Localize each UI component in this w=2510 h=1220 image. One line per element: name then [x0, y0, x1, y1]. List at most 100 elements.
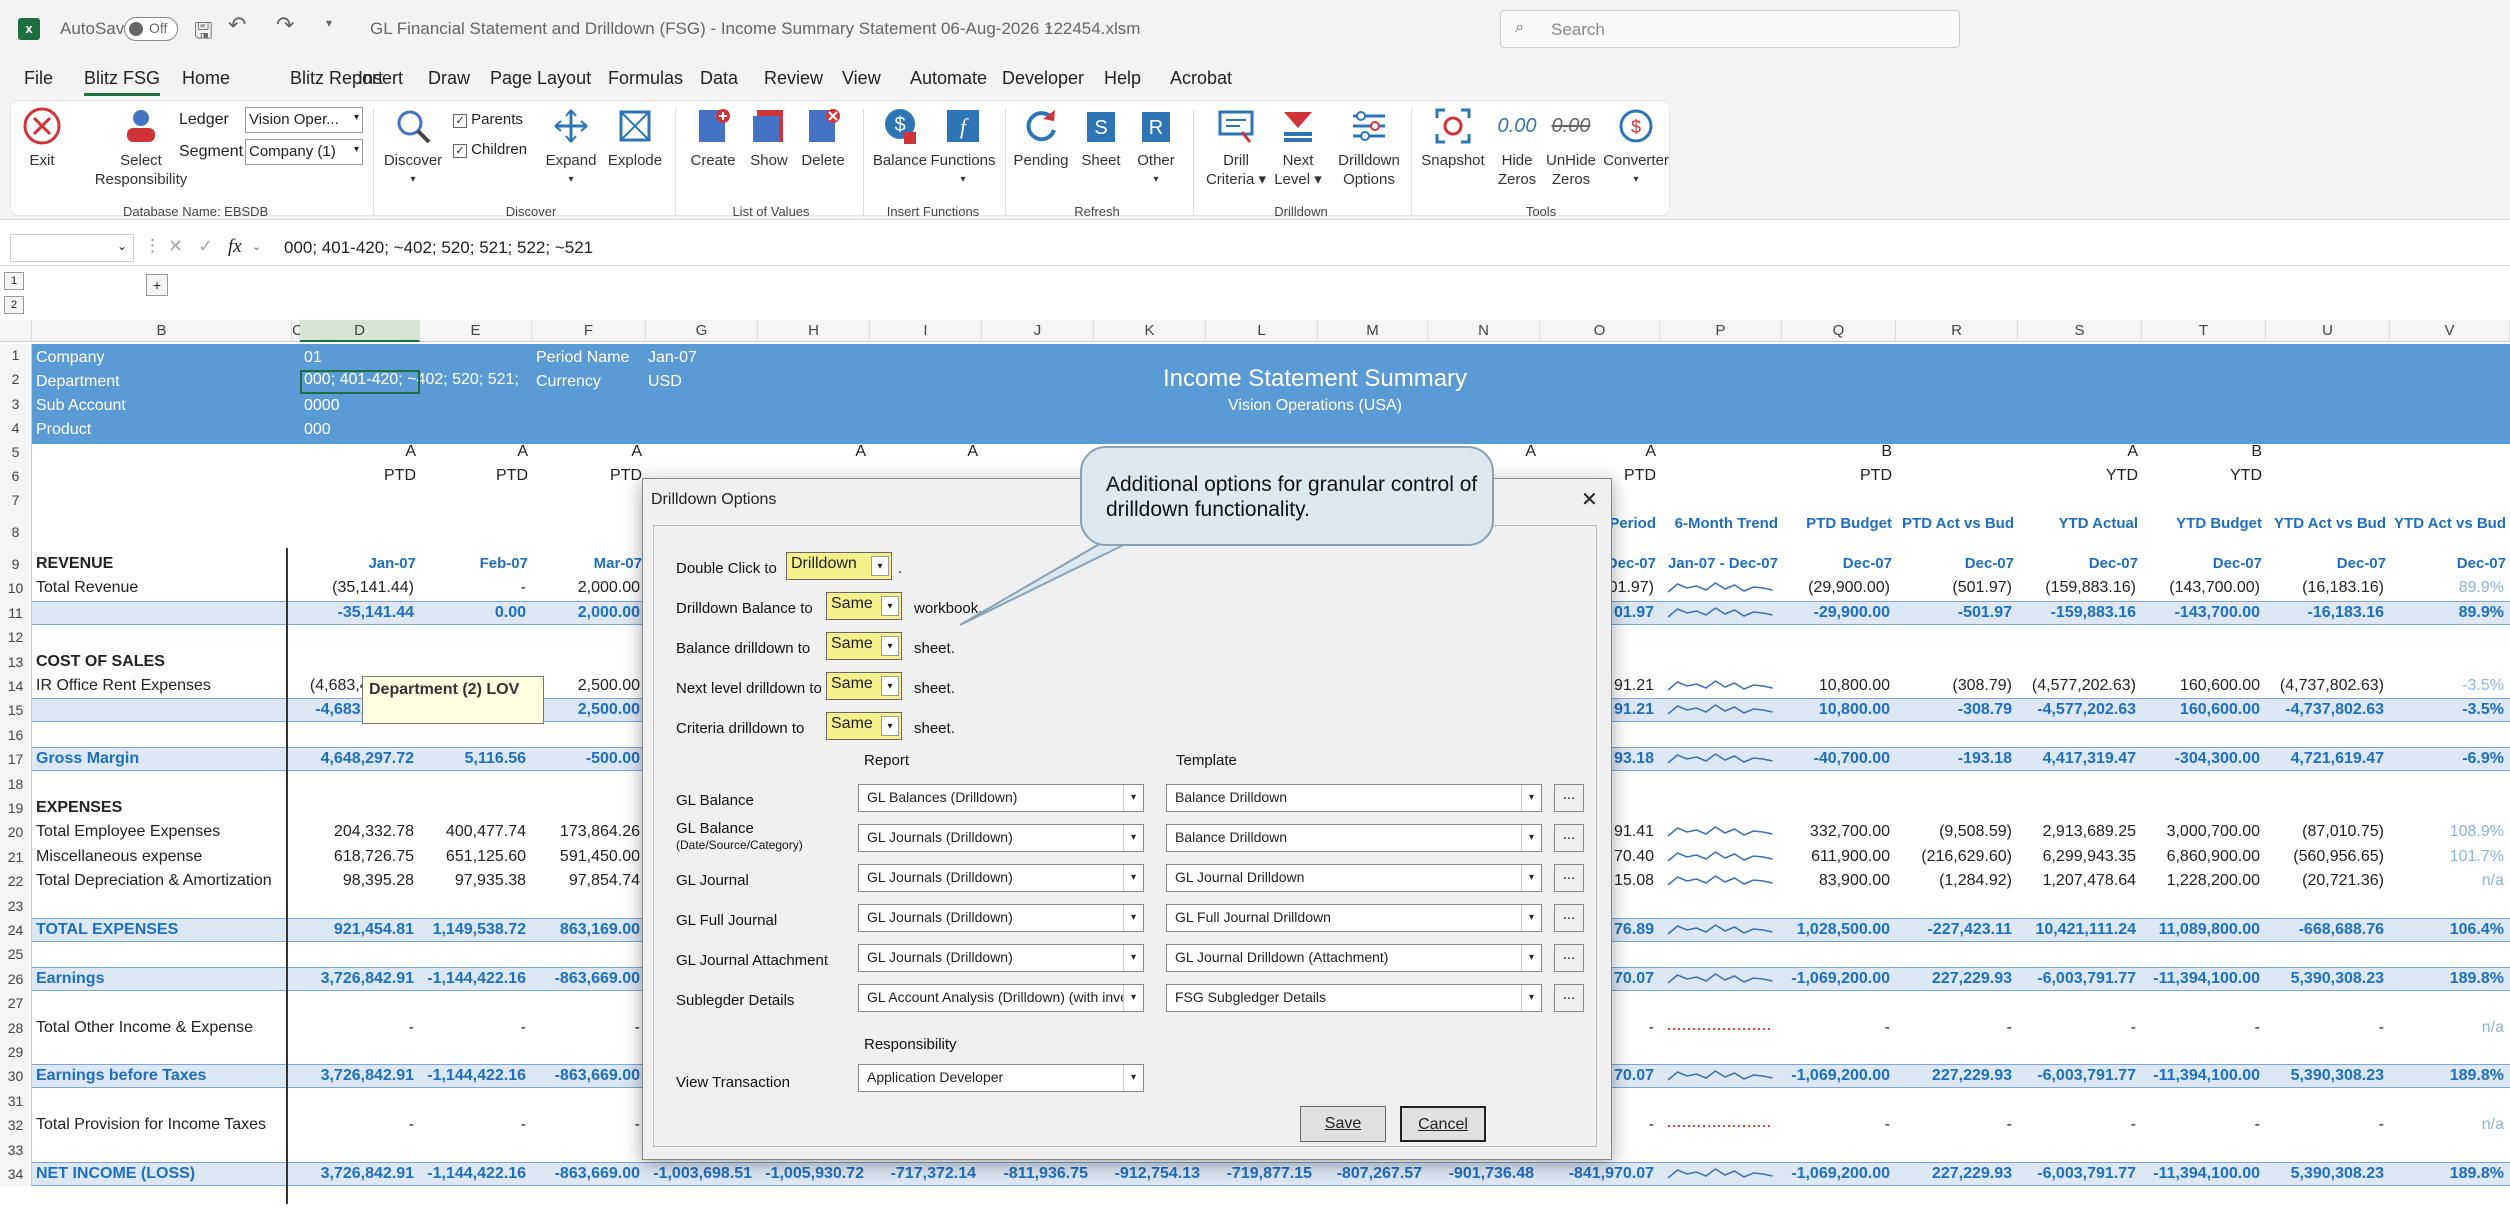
row9-s[interactable]: Dec-07 [2018, 552, 2138, 576]
row9-e[interactable]: Feb-07 [420, 552, 528, 576]
cell-v17[interactable]: -6.9% [2390, 747, 2504, 771]
cell-q14[interactable]: 10,800.00 [1782, 674, 1890, 698]
cell-v34[interactable]: 189.8% [2390, 1162, 2504, 1186]
row-header-15[interactable]: 15 [0, 698, 32, 723]
column-header-o[interactable]: O [1540, 320, 1660, 342]
customize-qat-icon[interactable]: ▾ [326, 16, 332, 30]
cancel-button[interactable]: Cancel [1400, 1106, 1486, 1142]
cell-s10[interactable]: (159,883.16) [2018, 576, 2136, 600]
column-header-v[interactable]: V [2390, 320, 2510, 342]
menu-developer[interactable]: Developer [1002, 68, 1084, 89]
column-header-c[interactable]: C [292, 320, 303, 342]
cell-f10[interactable]: 2,000.00 [532, 576, 640, 600]
cell-q22[interactable]: 83,900.00 [1782, 869, 1890, 893]
cell-e24[interactable]: 1,149,538.72 [420, 918, 526, 942]
menu-blitz-fsg[interactable]: Blitz FSG [84, 68, 161, 96]
product-label[interactable]: Product [36, 418, 236, 442]
row9-q[interactable]: Dec-07 [1782, 552, 1892, 576]
autosave-toggle[interactable]: Off [124, 17, 178, 41]
select-responsibility-button[interactable]: Select Responsibility [91, 105, 191, 189]
cell-d17[interactable]: 4,648,297.72 [300, 747, 414, 771]
row-header-33[interactable]: 33 [0, 1137, 32, 1162]
row8-v[interactable]: YTD Act vs Bud [2390, 512, 2506, 536]
cell-r26[interactable]: 227,229.93 [1896, 967, 2012, 991]
row-header-24[interactable]: 24 [0, 918, 32, 943]
cell-u32[interactable]: - [2266, 1113, 2384, 1137]
row6-q[interactable]: PTD [1782, 464, 1892, 488]
cell-s28[interactable]: - [2018, 1016, 2136, 1040]
menu-page-layout[interactable]: Page Layout [490, 68, 591, 89]
column-header-u[interactable]: U [2266, 320, 2390, 342]
cell-q21[interactable]: 611,900.00 [1782, 845, 1890, 869]
cell-q30[interactable]: -1,069,200.00 [1782, 1064, 1890, 1088]
row-label-17[interactable]: Gross Margin [36, 747, 286, 771]
cell-v21[interactable]: 101.7% [2390, 845, 2504, 869]
cell-s22[interactable]: 1,207,478.64 [2018, 869, 2136, 893]
cell-f26[interactable]: -863,669.00 [532, 967, 640, 991]
menu-acrobat[interactable]: Acrobat [1170, 68, 1232, 89]
cell-f17[interactable]: -500.00 [532, 747, 640, 771]
template-browse-button-3[interactable]: ... [1554, 904, 1584, 932]
cell-r22[interactable]: (1,284.92) [1896, 869, 2012, 893]
column-header-b[interactable]: B [32, 320, 292, 342]
row-label-13[interactable]: COST OF SALES [36, 650, 286, 674]
cell-e11[interactable]: 0.00 [420, 601, 526, 625]
company-value[interactable]: 01 [304, 346, 404, 370]
row-header-26[interactable]: 26 [0, 966, 32, 992]
row5-o[interactable]: A [1540, 440, 1656, 464]
enter-icon[interactable]: ✓ [198, 236, 213, 257]
sub-account-label[interactable]: Sub Account [36, 394, 236, 418]
row-header-4[interactable]: 4 [0, 416, 32, 440]
search-box[interactable]: ⌕ Search [1500, 10, 1960, 48]
segment-select[interactable]: Company (1) ▾ [245, 139, 363, 165]
menu-formulas[interactable]: Formulas [608, 68, 683, 89]
outline-level-1-button[interactable]: 1 [4, 272, 24, 290]
cell-q11[interactable]: -29,900.00 [1782, 601, 1890, 625]
cell-l34[interactable]: -719,877.15 [1206, 1162, 1312, 1186]
cell-m34[interactable]: -807,267.57 [1318, 1162, 1422, 1186]
ledger-select[interactable]: Vision Oper... ▾ [245, 107, 363, 133]
row-header-16[interactable]: 16 [0, 722, 32, 748]
cell-q34[interactable]: -1,069,200.00 [1782, 1162, 1890, 1186]
cell-s21[interactable]: 6,299,943.35 [2018, 845, 2136, 869]
row-label-28[interactable]: Total Other Income & Expense [36, 1016, 286, 1040]
cell-d30[interactable]: 3,726,842.91 [300, 1064, 414, 1088]
row5-f[interactable]: A [532, 440, 642, 464]
period-name-label[interactable]: Period Name [536, 346, 666, 370]
close-icon[interactable]: ✕ [1581, 487, 1598, 512]
cell-f21[interactable]: 591,450.00 [532, 845, 640, 869]
cell-d20[interactable]: 204,332.78 [300, 820, 414, 844]
criteria-select[interactable]: Same ▾ [826, 712, 902, 740]
cell-u22[interactable]: (20,721.36) [2266, 869, 2384, 893]
row6-f[interactable]: PTD [532, 464, 642, 488]
cell-d24[interactable]: 921,454.81 [300, 918, 414, 942]
cell-v10[interactable]: 89.9% [2390, 576, 2504, 600]
menu-review[interactable]: Review [764, 68, 823, 89]
report-select-5[interactable]: GL Account Analysis (Drilldown) (with in… [858, 984, 1144, 1012]
cell-d21[interactable]: 618,726.75 [300, 845, 414, 869]
cell-u17[interactable]: 4,721,619.47 [2266, 747, 2384, 771]
row8-s[interactable]: YTD Actual [2018, 512, 2138, 536]
row5-i[interactable]: A [870, 440, 978, 464]
row9-r[interactable]: Dec-07 [1896, 552, 2014, 576]
row-header-27[interactable]: 27 [0, 991, 32, 1016]
cell-t32[interactable]: - [2142, 1113, 2260, 1137]
currency-value[interactable]: USD [648, 370, 748, 394]
cell-v22[interactable]: n/a [2390, 869, 2504, 893]
row9-v[interactable]: Dec-07 [2390, 552, 2506, 576]
template-browse-button-4[interactable]: ... [1554, 944, 1584, 972]
row-header-2[interactable]: 2 [0, 366, 32, 392]
row5-d[interactable]: A [300, 440, 416, 464]
cell-f20[interactable]: 173,864.26 [532, 820, 640, 844]
cell-f24[interactable]: 863,169.00 [532, 918, 640, 942]
cell-v11[interactable]: 89.9% [2390, 601, 2504, 625]
column-header-e[interactable]: E [420, 320, 532, 342]
cell-e28[interactable]: - [420, 1016, 526, 1040]
cell-e10[interactable]: - [420, 576, 526, 600]
report-select-3[interactable]: GL Journals (Drilldown) ▾ [858, 904, 1144, 932]
cell-e17[interactable]: 5,116.56 [420, 747, 526, 771]
column-header-k[interactable]: K [1094, 320, 1206, 342]
cell-u21[interactable]: (560,956.65) [2266, 845, 2384, 869]
cell-r14[interactable]: (308.79) [1896, 674, 2012, 698]
column-header-i[interactable]: I [870, 320, 982, 342]
